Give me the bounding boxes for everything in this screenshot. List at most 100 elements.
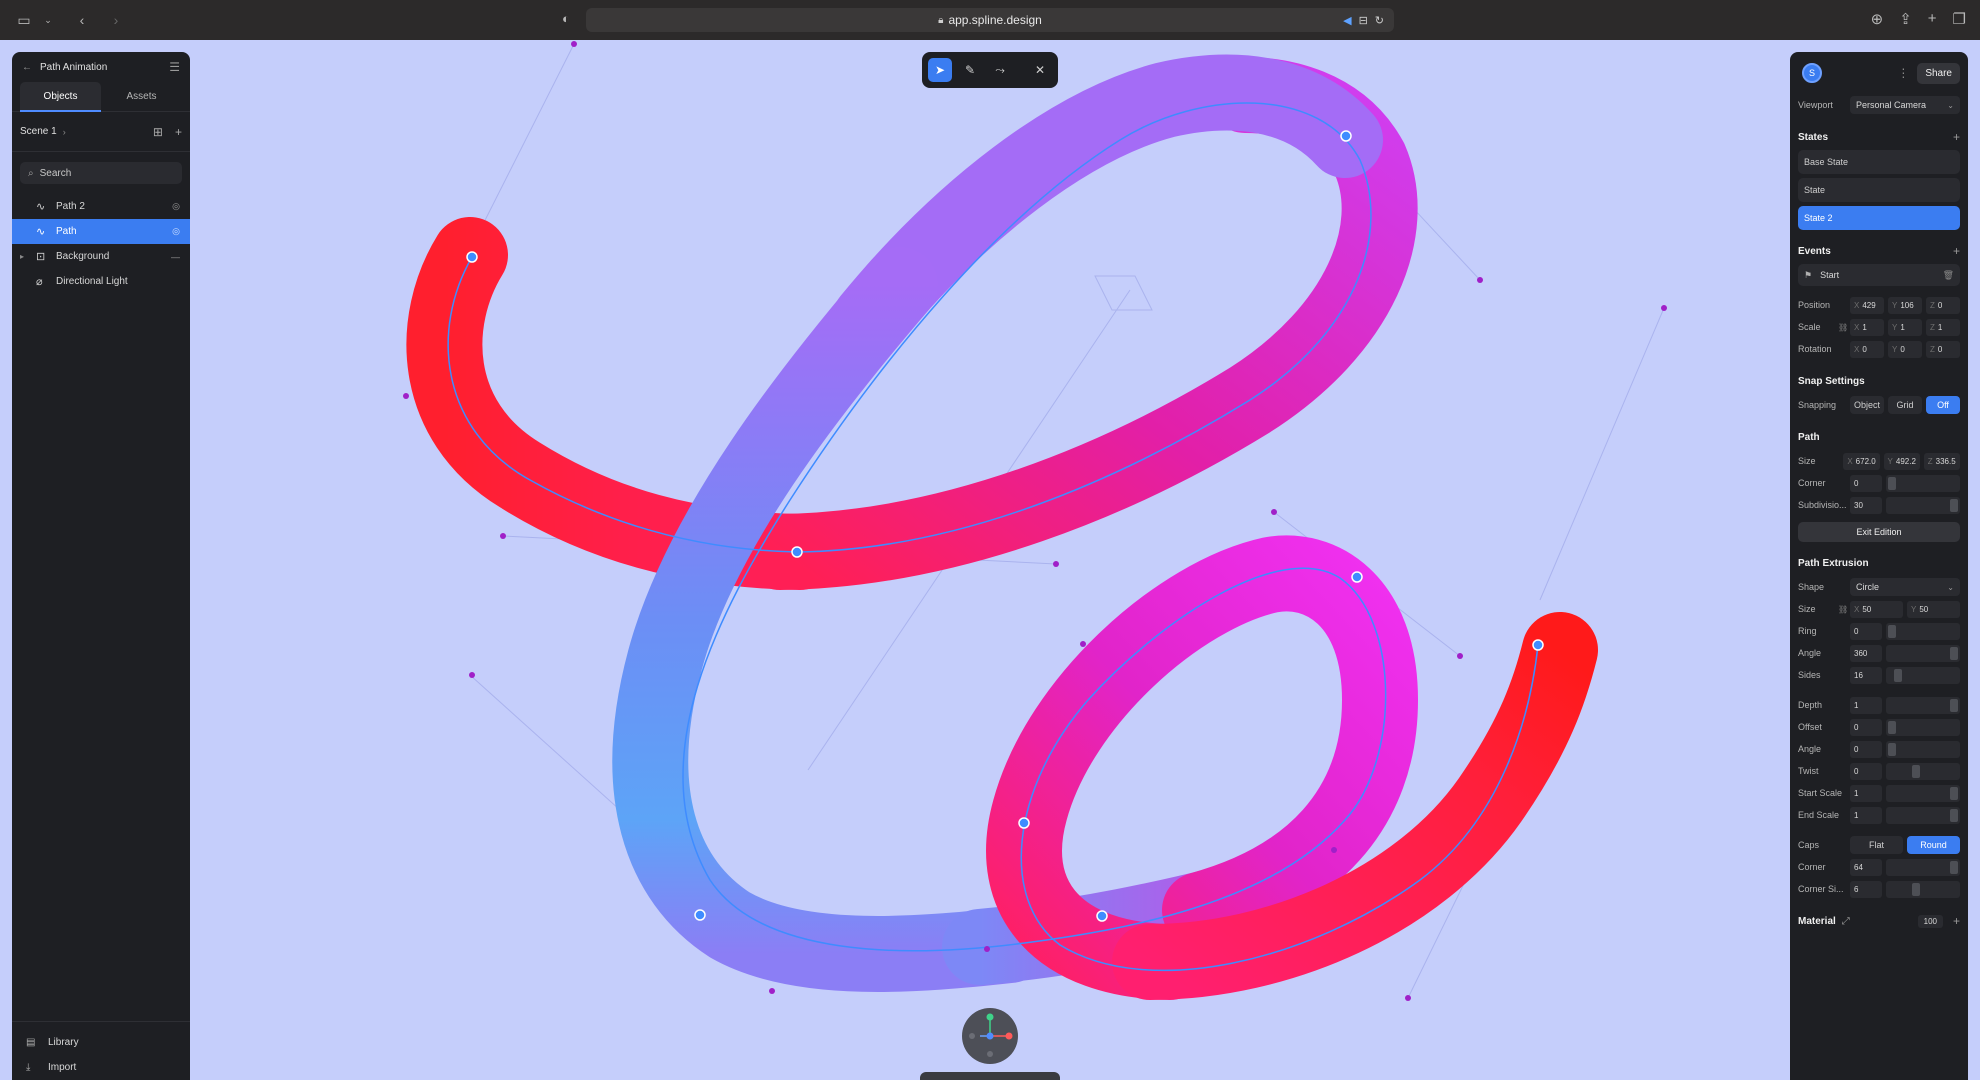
forward-icon[interactable]: › — [106, 10, 126, 30]
tab-assets[interactable]: Assets — [101, 82, 182, 112]
slider-knob[interactable] — [1950, 786, 1958, 800]
start-scale-input[interactable]: 1 — [1850, 784, 1882, 802]
shape-select[interactable]: Circle ⌄ — [1850, 578, 1960, 596]
path-size-z-input[interactable]: Z 336.5 — [1923, 452, 1960, 470]
share-button[interactable]: Share — [1917, 62, 1960, 84]
orientation-gizmo[interactable] — [962, 1008, 1018, 1064]
add-event-icon[interactable]: + — [1953, 244, 1960, 258]
offset-input[interactable]: 0 — [1850, 718, 1882, 736]
pen-tool-icon[interactable]: ✎ — [958, 58, 982, 82]
material-opacity[interactable]: 100 — [1917, 914, 1943, 928]
slider-knob[interactable] — [1950, 498, 1958, 512]
angle-input[interactable]: 360 — [1850, 644, 1882, 662]
slider-knob[interactable] — [1888, 742, 1896, 756]
slider-knob[interactable] — [1912, 764, 1920, 778]
back-arrow-icon[interactable]: ← — [22, 62, 32, 73]
scale-y-input[interactable]: Y1 — [1888, 318, 1922, 336]
position-z-input[interactable]: Z0 — [1926, 296, 1960, 314]
audio-icon[interactable]: ◀︎ — [1343, 14, 1351, 27]
caps-round-button[interactable]: Round — [1907, 836, 1960, 854]
position-y-input[interactable]: Y 106 — [1888, 296, 1922, 314]
link-icon[interactable]: ⛓︎ — [1838, 323, 1850, 332]
end-scale-slider[interactable] — [1886, 806, 1960, 824]
angle2-input[interactable]: 0 — [1850, 740, 1882, 758]
grid-icon[interactable]: ⊞ — [153, 125, 163, 139]
import-link[interactable]: ⤓ Import — [12, 1055, 190, 1080]
ext-size-y-input[interactable]: Y 50 — [1907, 600, 1960, 618]
add-state-icon[interactable]: + — [1953, 130, 1960, 144]
material-expand-icon[interactable]: ⤢ — [1842, 916, 1850, 927]
visibility-icon[interactable]: ◎ — [172, 201, 180, 212]
more-icon[interactable]: — — [171, 252, 180, 262]
sides-slider[interactable] — [1886, 666, 1960, 684]
address-bar[interactable]: 🔒︎ app.spline.design ◀︎ ⊟ ↻ — [586, 8, 1394, 32]
tabs-overview-icon[interactable]: ❐ — [1953, 10, 1966, 28]
tab-objects[interactable]: Objects — [20, 81, 101, 112]
rotation-y-input[interactable]: Y0 — [1888, 340, 1922, 358]
subdivision-slider[interactable] — [1886, 496, 1960, 514]
snap-grid-button[interactable]: Grid — [1888, 396, 1922, 414]
snap-off-button[interactable]: Off — [1926, 396, 1960, 414]
slider-knob[interactable] — [1950, 646, 1958, 660]
angle-slider[interactable] — [1886, 644, 1960, 662]
position-x-input[interactable]: X 429 — [1850, 296, 1884, 314]
snap-object-button[interactable]: Object — [1850, 396, 1884, 414]
ring-input[interactable]: 0 — [1850, 622, 1882, 640]
event-item-start[interactable]: ⚑ Start 🗑︎ — [1798, 264, 1960, 286]
start-scale-slider[interactable] — [1886, 784, 1960, 802]
back-icon[interactable]: ‹ — [72, 10, 92, 30]
share-icon[interactable]: ⇪ — [1899, 10, 1912, 28]
visibility-icon[interactable]: ◎ — [172, 226, 180, 237]
corner-slider[interactable] — [1886, 474, 1960, 492]
slider-knob[interactable] — [1950, 808, 1958, 822]
slider-knob[interactable] — [1950, 698, 1958, 712]
twist-input[interactable]: 0 — [1850, 762, 1882, 780]
corner-si-slider[interactable] — [1886, 880, 1960, 898]
select-tool-icon[interactable]: ➤ — [928, 58, 952, 82]
chevron-down-icon[interactable]: ⌄ — [38, 10, 58, 30]
sides-input[interactable]: 16 — [1850, 666, 1882, 684]
slider-knob[interactable] — [1894, 668, 1902, 682]
scene-canvas[interactable] — [190, 40, 1790, 1080]
corner-si-input[interactable]: 6 — [1850, 880, 1882, 898]
ring-slider[interactable] — [1886, 622, 1960, 640]
cap-corner-input[interactable]: 64 — [1850, 858, 1882, 876]
path-size-y-input[interactable]: Y 492.2 — [1883, 452, 1920, 470]
curve-tool-icon[interactable]: ⤳ — [988, 58, 1012, 82]
state-item-state-2[interactable]: State 2 — [1798, 206, 1960, 230]
expand-icon[interactable]: ▸ — [20, 252, 24, 261]
translate-icon[interactable]: ⊟ — [1359, 14, 1368, 27]
viewport-select[interactable]: Personal Camera ⌄ — [1850, 96, 1960, 114]
object-item-directional-light[interactable]: ⌀ Directional Light — [12, 269, 190, 294]
path-size-x-input[interactable]: X 672.0 — [1843, 452, 1880, 470]
add-material-icon[interactable]: + — [1953, 914, 1960, 928]
search-input[interactable]: ⌕ Search — [20, 162, 182, 184]
more-options-icon[interactable]: ⋮ — [1897, 66, 1909, 80]
scale-z-input[interactable]: Z1 — [1926, 318, 1960, 336]
angle2-slider[interactable] — [1886, 740, 1960, 758]
reload-icon[interactable]: ↻ — [1375, 14, 1384, 27]
twist-slider[interactable] — [1886, 762, 1960, 780]
scale-x-input[interactable]: X1 — [1850, 318, 1884, 336]
link-icon[interactable]: ⛓︎ — [1838, 605, 1850, 614]
user-avatar[interactable]: S — [1802, 63, 1822, 83]
sidebar-toggle-icon[interactable]: ▭ — [14, 10, 34, 30]
corner-input[interactable]: 0 — [1850, 474, 1882, 492]
cap-corner-slider[interactable] — [1886, 858, 1960, 876]
menu-icon[interactable]: ☰ — [169, 60, 180, 74]
add-icon[interactable]: + — [175, 125, 182, 139]
scene-selector[interactable]: Scene 1 › ⊞ + — [12, 112, 190, 152]
privacy-shield-icon[interactable]: ◐ — [562, 11, 570, 26]
object-item-path[interactable]: ∿ Path ◎ — [12, 219, 190, 244]
object-item-path-2[interactable]: ∿ Path 2 ◎ — [12, 194, 190, 219]
state-item-state[interactable]: State — [1798, 178, 1960, 202]
delete-icon[interactable]: 🗑︎ — [1943, 270, 1954, 281]
object-item-background[interactable]: ▸ ⊡ Background — — [12, 244, 190, 269]
caps-flat-button[interactable]: Flat — [1850, 836, 1903, 854]
depth-input[interactable]: 1 — [1850, 696, 1882, 714]
slider-knob[interactable] — [1912, 882, 1920, 896]
slider-knob[interactable] — [1888, 624, 1896, 638]
download-icon[interactable]: ⊕ — [1871, 10, 1884, 28]
slider-knob[interactable] — [1950, 860, 1958, 874]
close-icon[interactable]: ✕ — [1028, 58, 1052, 82]
